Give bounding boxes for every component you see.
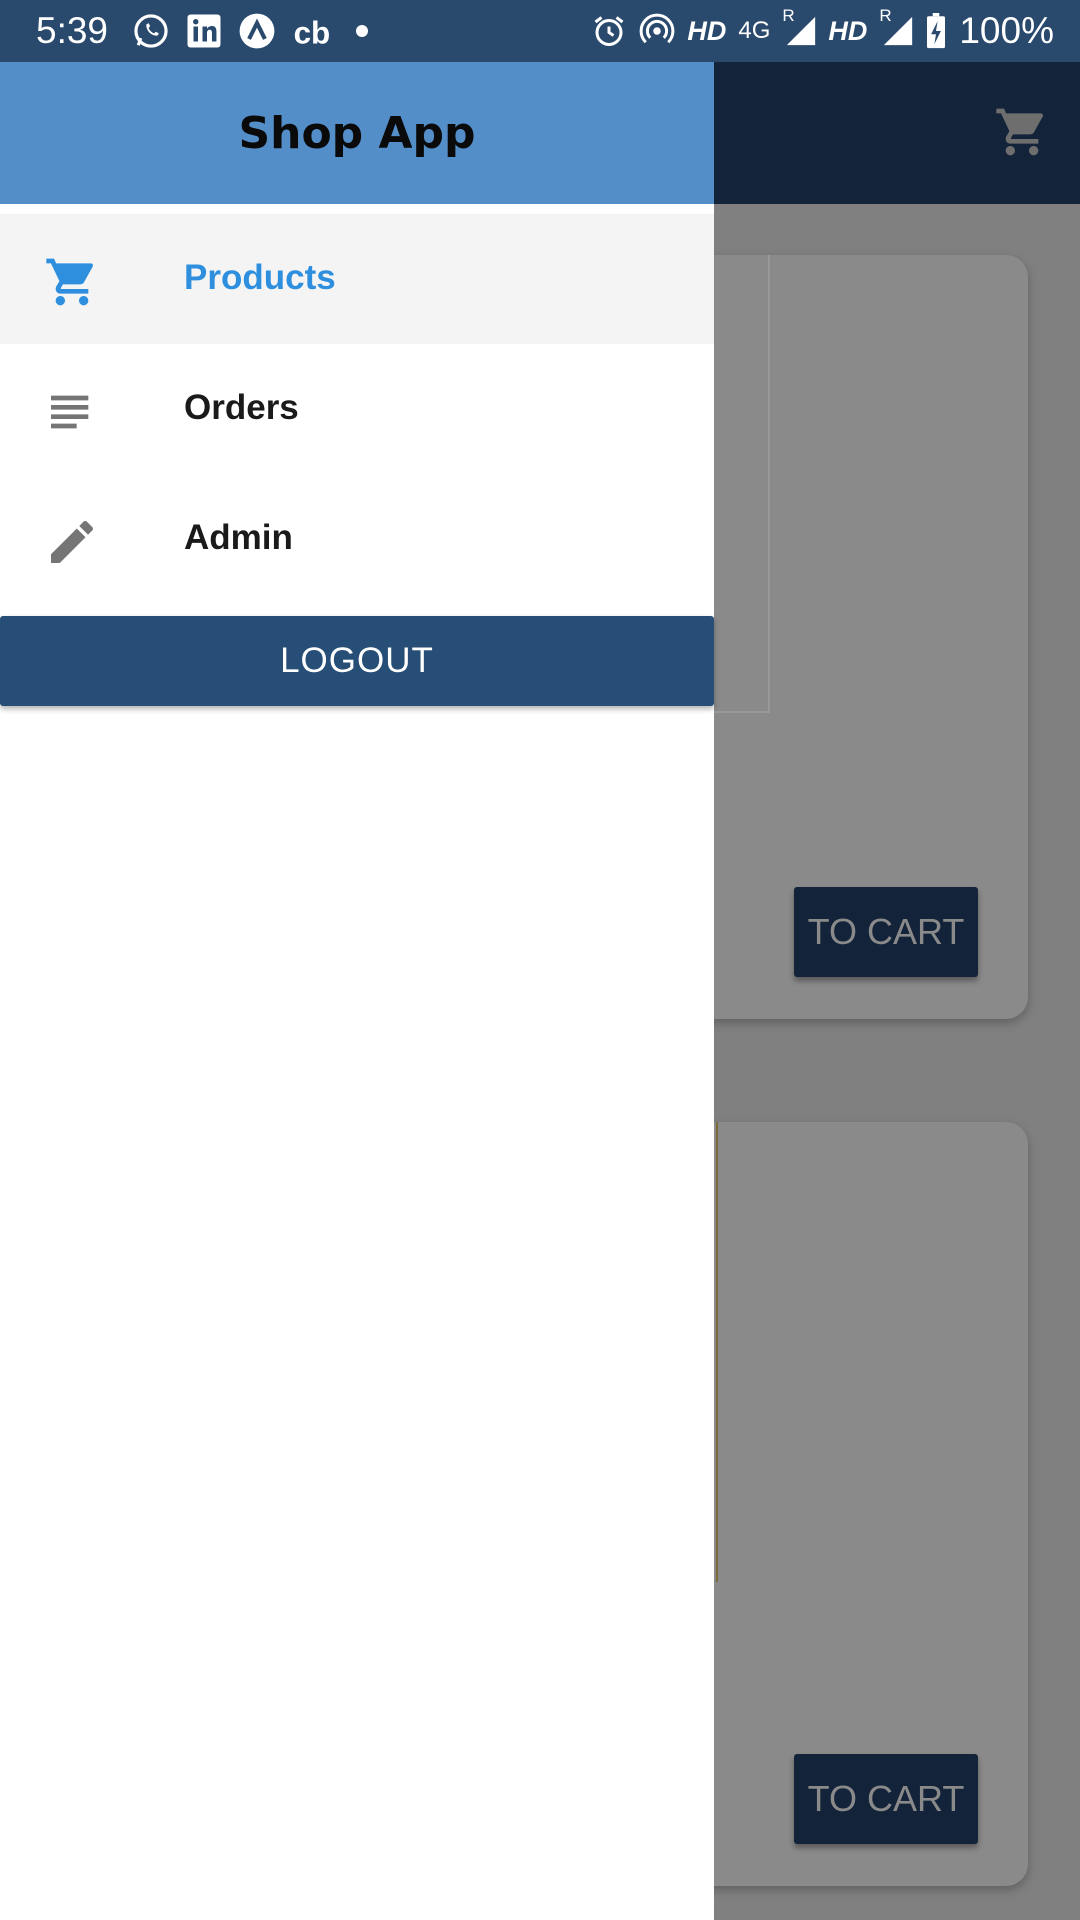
nav-item-label: Products bbox=[184, 258, 336, 297]
cart-icon bbox=[46, 258, 93, 306]
battery-charging-icon bbox=[927, 13, 946, 49]
notification-icons: cb bbox=[132, 11, 372, 51]
arc-icon bbox=[239, 13, 275, 49]
edit-icon bbox=[51, 520, 94, 563]
hotspot-icon bbox=[639, 13, 675, 44]
hd-label: HD bbox=[687, 15, 727, 46]
dot-icon bbox=[356, 25, 368, 37]
nav-item-admin[interactable]: Admin bbox=[0, 474, 714, 604]
network-label: 4G bbox=[738, 17, 771, 44]
add-to-cart-button[interactable]: TO CART bbox=[794, 887, 978, 977]
alarm-icon bbox=[594, 16, 624, 46]
status-time: 5:39 bbox=[36, 10, 109, 51]
status-bar: 5:39 cb HD 4G R HD R 100% bbox=[0, 0, 1080, 62]
logout-button[interactable]: LOGOUT bbox=[0, 616, 714, 706]
whatsapp-icon bbox=[134, 14, 168, 48]
navigation-drawer: Shop App Products Orders Admin LOGOUT bbox=[0, 62, 714, 1920]
list-icon bbox=[51, 395, 89, 429]
hd-label-2: HD bbox=[828, 15, 868, 46]
linkedin-icon bbox=[187, 14, 221, 48]
system-icons: HD 4G R HD R 100% bbox=[591, 6, 1054, 54]
nav-item-label: Orders bbox=[184, 388, 299, 427]
add-to-cart-button[interactable]: TO CART bbox=[794, 1754, 978, 1844]
nav-item-orders[interactable]: Orders bbox=[0, 344, 714, 474]
signal-icon-2: R bbox=[879, 6, 913, 48]
drawer-header: Shop App bbox=[0, 62, 714, 204]
nav-item-label: Admin bbox=[184, 518, 293, 557]
svg-text:cb: cb bbox=[294, 16, 331, 50]
drawer-title: Shop App bbox=[238, 108, 476, 159]
nav-item-products[interactable]: Products bbox=[0, 214, 714, 344]
cart-icon[interactable] bbox=[994, 104, 1050, 160]
battery-percent: 100% bbox=[959, 10, 1054, 51]
cb-icon: cb bbox=[294, 16, 331, 50]
signal-icon: R bbox=[782, 6, 816, 48]
